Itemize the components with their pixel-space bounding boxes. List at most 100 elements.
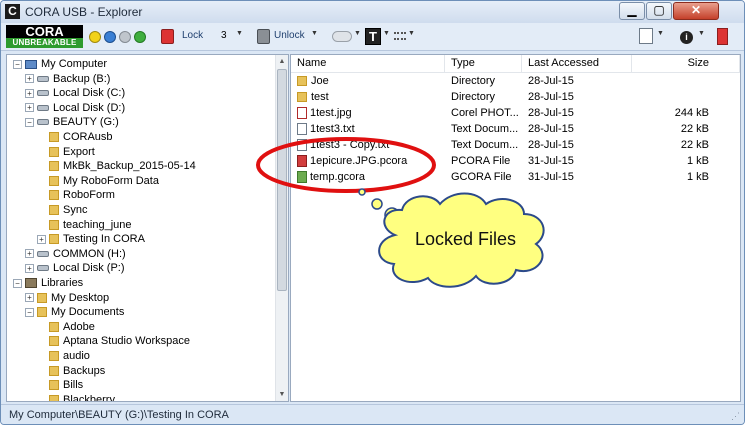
tree-item-label: Sync <box>63 204 88 216</box>
unlock-button-label[interactable]: Unlock <box>274 30 305 41</box>
file-last-accessed: 28-Jul-15 <box>528 75 574 87</box>
up-arrow-icon[interactable] <box>89 31 101 43</box>
column-size[interactable]: Size <box>632 55 740 72</box>
file-row[interactable]: 1test3.txt Text Docum... 28-Jul-15 22 kB <box>291 121 740 137</box>
minimize-button[interactable]: ▁ <box>619 2 645 20</box>
lock-icon[interactable] <box>161 29 174 44</box>
stop-icon[interactable] <box>119 31 131 43</box>
tree-expander-icon[interactable]: + <box>37 234 46 244</box>
folder-icon <box>49 132 59 143</box>
column-header-row: Name Type Last Accessed Size <box>291 55 740 73</box>
tree-item-label: Aptana Studio Workspace <box>63 335 190 348</box>
tree-item-label: My RoboForm Data <box>63 174 159 187</box>
folder-icon <box>49 190 59 201</box>
file-row[interactable]: 1epicure.JPG.pcora PCORA File 31-Jul-15 1 k… <box>291 153 740 169</box>
cloud-dropdown-caret[interactable]: ▼ <box>354 30 361 37</box>
tree-item[interactable]: − My Computer <box>13 57 107 71</box>
tree-expander-icon[interactable]: + <box>25 249 34 259</box>
column-type[interactable]: Type <box>445 55 522 72</box>
view-dropdown-caret[interactable]: ▼ <box>408 30 415 37</box>
jpg-file-icon <box>297 107 307 120</box>
file-size: 22 kB <box>680 123 709 135</box>
tree-expander-icon[interactable]: − <box>25 307 34 317</box>
tree-item[interactable]: Blackberry <box>37 393 115 401</box>
file-row[interactable]: 1test3 - Copy.txt Text Docum... 28-Jul-15 2… <box>291 137 740 153</box>
tree-item[interactable]: − My Documents <box>25 305 124 319</box>
callout-text: Locked Files <box>415 229 517 249</box>
tree-expander-icon[interactable]: − <box>13 59 22 69</box>
toolbar: CORA UNBREAKABLE Lock 3 ▼ Unlock ▼ ▼ T ▼… <box>1 23 744 51</box>
tree-item[interactable]: Export <box>37 145 95 159</box>
logo-subtitle: UNBREAKABLE <box>6 38 83 48</box>
column-last-accessed[interactable]: Last Accessed <box>522 55 632 72</box>
folder-icon <box>49 175 59 186</box>
tree-expander-icon[interactable]: + <box>25 74 34 84</box>
tree-item-label: My Desktop <box>51 291 110 304</box>
tree-item[interactable]: + Testing In CORA <box>37 232 145 246</box>
tree-item[interactable]: CORAusb <box>37 130 113 144</box>
text-tool-dropdown-caret[interactable]: ▼ <box>383 30 390 37</box>
close-button[interactable]: ✕ <box>673 2 719 20</box>
lock-count: 3 <box>221 30 227 41</box>
tree-item[interactable]: My RoboForm Data <box>37 174 159 188</box>
resize-grip-icon[interactable]: ⋰ <box>731 411 740 422</box>
info-dropdown-caret[interactable]: ▼ <box>698 30 705 37</box>
tree-item[interactable]: MkBk_Backup_2015-05-14 <box>37 159 196 173</box>
file-row[interactable]: Joe Directory 28-Jul-15 <box>291 73 740 89</box>
tree-expander-icon[interactable]: + <box>25 293 34 303</box>
view-grid-icon[interactable] <box>394 32 406 40</box>
info-icon[interactable]: i <box>680 31 693 44</box>
tree-item[interactable]: Adobe <box>37 320 95 334</box>
file-name-cell: Joe <box>297 73 447 89</box>
file-row[interactable]: test Directory 28-Jul-15 <box>291 89 740 105</box>
tree-item[interactable]: + COMMON (H:) <box>25 247 126 261</box>
tree-item[interactable]: Bills <box>37 378 83 392</box>
tree-item[interactable]: Backups <box>37 364 105 378</box>
folder-icon <box>49 205 59 216</box>
tree-item[interactable]: − BEAUTY (G:) <box>25 115 119 129</box>
tree-item[interactable]: + Local Disk (P:) <box>25 261 125 275</box>
refresh-icon[interactable] <box>104 31 116 43</box>
tree-expander-icon[interactable]: + <box>25 263 34 273</box>
tree-item[interactable]: Sync <box>37 203 87 217</box>
column-name[interactable]: Name <box>291 55 445 72</box>
calendar-dropdown-caret[interactable]: ▼ <box>657 30 664 37</box>
tree-item[interactable]: audio <box>37 349 90 363</box>
tree-item[interactable]: RoboForm <box>37 188 115 202</box>
tree-item[interactable]: + Local Disk (D:) <box>25 101 125 115</box>
unlock-icon[interactable] <box>257 29 270 44</box>
exit-icon[interactable] <box>717 28 728 45</box>
tree-item[interactable]: Aptana Studio Workspace <box>37 334 190 348</box>
cloud-icon[interactable] <box>332 31 352 42</box>
tree-expander-icon[interactable]: − <box>13 278 22 288</box>
drive-icon <box>37 75 49 82</box>
calendar-icon[interactable] <box>639 28 653 44</box>
file-list-pane: Name Type Last Accessed Size Joe Director… <box>290 54 741 402</box>
tree-scrollbar[interactable]: ▲ ▼ <box>275 55 288 401</box>
forward-icon[interactable] <box>134 31 146 43</box>
scrollbar-thumb[interactable] <box>277 69 287 291</box>
tree-item-label: MkBk_Backup_2015-05-14 <box>63 160 196 173</box>
scroll-down-arrow-icon[interactable]: ▼ <box>276 388 288 401</box>
tree-item[interactable]: + Backup (B:) <box>25 72 110 86</box>
text-tool-icon[interactable]: T <box>365 28 381 45</box>
tree-item[interactable]: − Libraries <box>13 276 83 290</box>
maximize-button[interactable]: ▢ <box>646 2 672 20</box>
lock-dropdown-caret[interactable]: ▼ <box>236 30 243 37</box>
tree-expander-icon[interactable]: − <box>25 117 34 127</box>
file-row[interactable]: temp.gcora GCORA File 31-Jul-15 1 kB <box>291 169 740 185</box>
tree-expander-icon[interactable]: + <box>25 88 34 98</box>
file-row[interactable]: 1test.jpg Corel PHOT... 28-Jul-15 244 kB <box>291 105 740 121</box>
tree-item[interactable]: teaching_june <box>37 218 132 232</box>
tree-item[interactable]: + My Desktop <box>25 291 109 305</box>
folder-icon <box>49 336 59 347</box>
tree-item[interactable]: + Local Disk (C:) <box>25 86 125 100</box>
lock-button-label[interactable]: Lock <box>182 30 203 41</box>
scroll-up-arrow-icon[interactable]: ▲ <box>276 55 288 68</box>
tree-item-label: Local Disk (P:) <box>53 262 125 275</box>
folder-icon <box>49 234 59 245</box>
tree-item-label: CORAusb <box>63 131 113 143</box>
tree-expander-icon[interactable]: + <box>25 103 34 113</box>
folder-file-icon <box>297 92 307 103</box>
unlock-dropdown-caret[interactable]: ▼ <box>311 30 318 37</box>
